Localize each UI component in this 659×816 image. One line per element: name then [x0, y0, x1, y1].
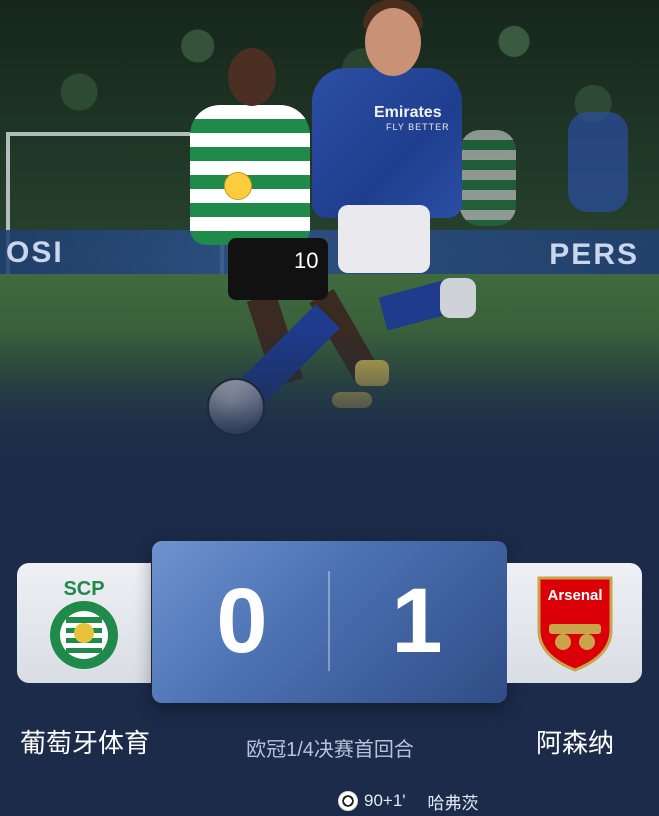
soccer-ball-icon	[338, 791, 358, 811]
svg-text:SCP: SCP	[63, 578, 104, 600]
sporting-player-head	[228, 48, 276, 106]
home-team-name[interactable]: 葡萄牙体育	[0, 723, 170, 760]
goal-scorer: 哈弗茨	[427, 793, 479, 813]
away-team-logo-box[interactable]: Arsenal	[507, 563, 642, 683]
goal-minute: 90+1'	[364, 791, 406, 810]
shirt-sponsor-tagline: FLY BETTER	[386, 122, 450, 132]
arsenal-player-shirt	[312, 68, 462, 218]
arsenal-player-boot	[440, 278, 476, 318]
arsenal-player-shorts	[338, 205, 430, 273]
away-team-name[interactable]: 阿森纳	[490, 723, 659, 760]
goal-event: 90+1' 哈弗茨	[338, 788, 479, 814]
hero-gradient-fade	[0, 330, 659, 470]
background-player-arsenal	[568, 112, 628, 212]
arsenal-player-head	[365, 8, 421, 76]
ad-text-left: OSI	[6, 236, 64, 269]
svg-text:Arsenal: Arsenal	[547, 587, 602, 604]
ad-text-right: PERS	[549, 238, 639, 271]
sporting-logo-icon: SCP	[50, 578, 118, 669]
emoji-sticker-icon	[224, 172, 252, 200]
match-photo: OSI PERS 10 Emirates FLY BETTER	[0, 0, 659, 470]
shirt-sponsor: Emirates	[374, 104, 442, 121]
score-divider	[328, 571, 330, 671]
score-panel[interactable]: 0 1	[152, 541, 507, 703]
match-stage-label: 欧冠1/4决赛首回合	[246, 739, 414, 761]
home-team-logo-box[interactable]: SCP	[17, 563, 151, 683]
home-score: 0	[216, 570, 268, 672]
sporting-player-shirt	[190, 105, 310, 245]
background-player-sporting	[460, 130, 516, 226]
shorts-number: 10	[294, 248, 319, 273]
away-score: 1	[391, 570, 443, 672]
arsenal-crest-icon: Arsenal	[537, 576, 612, 672]
